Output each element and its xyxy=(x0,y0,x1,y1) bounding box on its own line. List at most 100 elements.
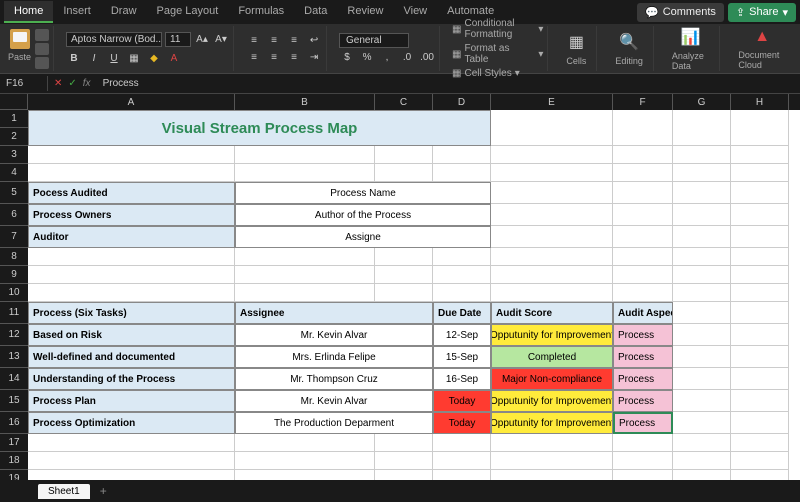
row-header-3[interactable]: 3 xyxy=(0,146,28,164)
col-header-E[interactable]: E xyxy=(491,94,613,110)
task-cell[interactable]: Understanding of the Process xyxy=(28,368,235,390)
aspect-cell[interactable]: Process xyxy=(613,324,673,346)
assignee-cell[interactable]: Mr. Kevin Alvar xyxy=(235,324,433,346)
row-header-6[interactable]: 6 xyxy=(0,204,28,226)
percent-icon[interactable]: % xyxy=(359,51,375,65)
col-header-G[interactable]: G xyxy=(673,94,731,110)
info-value[interactable]: Process Name xyxy=(235,182,491,204)
score-cell[interactable]: Completed xyxy=(491,346,613,368)
font-name-select[interactable]: Aptos Narrow (Bod... xyxy=(66,32,162,47)
italic-button[interactable]: I xyxy=(86,52,102,66)
th-aspect[interactable]: Audit Aspect xyxy=(613,302,673,324)
increase-decimal-icon[interactable]: .00 xyxy=(419,51,435,65)
paste-button[interactable]: Paste xyxy=(8,29,31,62)
select-all-corner[interactable] xyxy=(0,94,28,110)
tab-view[interactable]: View xyxy=(393,1,437,23)
due-cell[interactable]: 15-Sep xyxy=(433,346,491,368)
info-value[interactable]: Assigne xyxy=(235,226,491,248)
border-button[interactable]: ▦ xyxy=(126,52,142,66)
info-label[interactable]: Auditor xyxy=(28,226,235,248)
task-cell[interactable]: Based on Risk xyxy=(28,324,235,346)
tab-review[interactable]: Review xyxy=(337,1,393,23)
row-header-8[interactable]: 8 xyxy=(0,248,28,266)
aspect-cell[interactable]: Process xyxy=(613,346,673,368)
assignee-cell[interactable]: The Production Deparment xyxy=(235,412,433,434)
increase-font-icon[interactable]: A▴ xyxy=(194,32,210,46)
comments-button[interactable]: 💬Comments xyxy=(637,3,724,22)
format-as-table-button[interactable]: ▦Format as Table ▾ xyxy=(452,42,543,66)
analyze-data-button[interactable]: 📊Analyze Data xyxy=(666,27,715,71)
row-header-19[interactable]: 19 xyxy=(0,470,28,480)
col-header-H[interactable]: H xyxy=(731,94,789,110)
assignee-cell[interactable]: Mrs. Erlinda Felipe xyxy=(235,346,433,368)
col-header-B[interactable]: B xyxy=(235,94,375,110)
align-bottom-icon[interactable]: ≡ xyxy=(286,33,302,47)
th-score[interactable]: Audit Score xyxy=(491,302,613,324)
fill-color-button[interactable]: ◆ xyxy=(146,52,162,66)
decrease-font-icon[interactable]: A▾ xyxy=(213,32,229,46)
tab-draw[interactable]: Draw xyxy=(101,1,147,23)
row-header-16[interactable]: 16 xyxy=(0,412,28,434)
info-value[interactable]: Author of the Process xyxy=(235,204,491,226)
task-cell[interactable]: Process Optimization xyxy=(28,412,235,434)
currency-icon[interactable]: $ xyxy=(339,51,355,65)
row-header-12[interactable]: 12 xyxy=(0,324,28,346)
tab-home[interactable]: Home xyxy=(4,1,53,23)
tab-data[interactable]: Data xyxy=(294,1,337,23)
fx-icon[interactable]: fx xyxy=(83,78,91,89)
score-cell[interactable]: Major Non-compliance xyxy=(491,368,613,390)
font-size-select[interactable]: 11 xyxy=(165,32,191,47)
row-header-5[interactable]: 5 xyxy=(0,182,28,204)
due-cell[interactable]: 12-Sep xyxy=(433,324,491,346)
col-header-C[interactable]: C xyxy=(375,94,433,110)
underline-button[interactable]: U xyxy=(106,52,122,66)
number-format-select[interactable]: General xyxy=(339,33,409,48)
row-header-11[interactable]: 11 xyxy=(0,302,28,324)
aspect-cell[interactable]: Process xyxy=(613,412,673,434)
due-cell[interactable]: Today xyxy=(433,390,491,412)
th-assignee[interactable]: Assignee xyxy=(235,302,433,324)
bold-button[interactable]: B xyxy=(66,52,82,66)
aspect-cell[interactable]: Process xyxy=(613,368,673,390)
conditional-formatting-button[interactable]: ▦Conditional Formatting ▾ xyxy=(452,17,543,41)
assignee-cell[interactable]: Mr. Thompson Cruz xyxy=(235,368,433,390)
col-header-D[interactable]: D xyxy=(433,94,491,110)
sheet-tab[interactable]: Sheet1 xyxy=(38,484,90,499)
cut-icon[interactable] xyxy=(35,29,49,41)
task-cell[interactable]: Process Plan xyxy=(28,390,235,412)
formula-input[interactable]: Process xyxy=(97,76,800,91)
row-header-18[interactable]: 18 xyxy=(0,452,28,470)
tab-formulas[interactable]: Formulas xyxy=(228,1,294,23)
col-header-F[interactable]: F xyxy=(613,94,673,110)
row-header-15[interactable]: 15 xyxy=(0,390,28,412)
row-header-10[interactable]: 10 xyxy=(0,284,28,302)
tab-page-layout[interactable]: Page Layout xyxy=(147,1,229,23)
align-middle-icon[interactable]: ≡ xyxy=(266,33,282,47)
row-header-9[interactable]: 9 xyxy=(0,266,28,284)
row-header-2[interactable]: 2 xyxy=(0,128,28,146)
align-right-icon[interactable]: ≡ xyxy=(286,50,302,64)
info-label[interactable]: Process Owners xyxy=(28,204,235,226)
align-top-icon[interactable]: ≡ xyxy=(246,33,262,47)
cancel-icon[interactable]: ✕ xyxy=(54,78,62,89)
row-header-13[interactable]: 13 xyxy=(0,346,28,368)
col-header-A[interactable]: A xyxy=(28,94,235,110)
score-cell[interactable]: Opputunity for Improvement xyxy=(491,324,613,346)
row-header-14[interactable]: 14 xyxy=(0,368,28,390)
decrease-decimal-icon[interactable]: .0 xyxy=(399,51,415,65)
score-cell[interactable]: Opputunity for Improvement xyxy=(491,412,613,434)
share-button[interactable]: ⇪Share▾ xyxy=(728,3,796,22)
row-header-17[interactable]: 17 xyxy=(0,434,28,452)
row-header-4[interactable]: 4 xyxy=(0,164,28,182)
merge-icon[interactable]: ⇥ xyxy=(306,50,322,64)
copy-icon[interactable] xyxy=(35,43,49,55)
tab-insert[interactable]: Insert xyxy=(53,1,101,23)
due-cell[interactable]: 16-Sep xyxy=(433,368,491,390)
th-task[interactable]: Process (Six Tasks) xyxy=(28,302,235,324)
aspect-cell[interactable]: Process xyxy=(613,390,673,412)
name-box[interactable]: F16 xyxy=(0,76,48,91)
enter-icon[interactable]: ✓ xyxy=(68,78,76,89)
spreadsheet-grid[interactable]: ABCDEFGH 1234567891011121314151617181920… xyxy=(0,94,800,480)
due-cell[interactable]: Today xyxy=(433,412,491,434)
assignee-cell[interactable]: Mr. Kevin Alvar xyxy=(235,390,433,412)
